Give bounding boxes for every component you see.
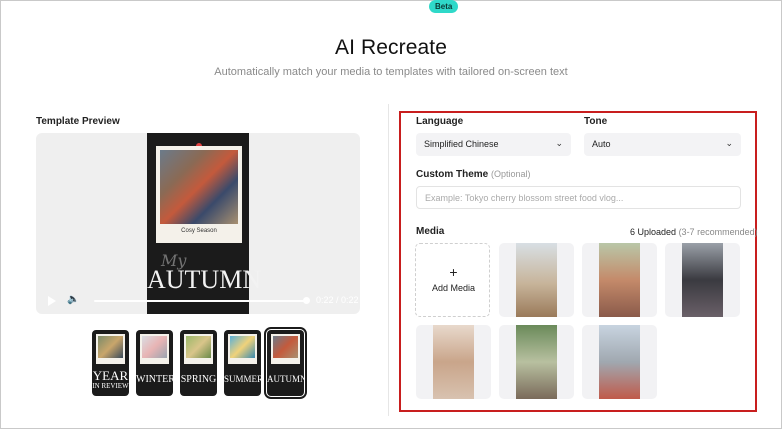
- page-subtitle: Automatically match your media to templa…: [214, 66, 568, 78]
- template-thumb-summer[interactable]: SUMMER: [224, 330, 261, 396]
- custom-theme-input[interactable]: Example: Tokyo cherry blossom street foo…: [416, 186, 741, 209]
- header: AI Recreate: [0, 36, 782, 60]
- thumb-title: AUTUMN: [267, 374, 304, 384]
- thumb-title: SPRING: [180, 374, 217, 385]
- media-tile[interactable]: [665, 243, 740, 317]
- upload-count: 6 Uploaded (3-7 recommended): [630, 227, 758, 237]
- add-media-label: Add Media: [431, 283, 476, 293]
- photo-image: [160, 150, 238, 224]
- template-thumb-year[interactable]: YEAR IN REVIEW: [92, 330, 129, 396]
- video-controls: 🔈 0:22 / 0:22: [36, 288, 360, 314]
- template-thumb-winter[interactable]: WINTER: [136, 330, 173, 396]
- progress-track[interactable]: [94, 300, 306, 302]
- thumb-subtitle: IN REVIEW: [92, 382, 129, 390]
- media-thumbnail: [599, 325, 640, 399]
- chevron-down-icon: ⌄: [555, 138, 563, 148]
- plus-icon: +: [449, 264, 458, 280]
- upload-recommendation: (3-7 recommended): [678, 227, 758, 237]
- media-tile[interactable]: [499, 325, 574, 399]
- chevron-down-icon: ⌄: [725, 138, 733, 148]
- column-divider: [388, 104, 389, 416]
- progress-handle[interactable]: [303, 297, 310, 304]
- template-thumbnails: YEAR IN REVIEW WINTER SPRING SUMMER AUTU…: [92, 327, 307, 399]
- add-media-button[interactable]: + Add Media: [415, 243, 490, 317]
- page-title: AI Recreate: [335, 36, 447, 59]
- custom-theme-placeholder: Example: Tokyo cherry blossom street foo…: [425, 193, 624, 203]
- language-label: Language: [416, 116, 464, 127]
- media-tile[interactable]: [582, 325, 657, 399]
- template-frame: Cosy Season My AUTUMN: [147, 133, 261, 314]
- thumb-title: SUMMER: [224, 374, 261, 384]
- optional-hint: (Optional): [491, 169, 531, 179]
- media-thumbnail: [682, 243, 723, 317]
- media-tile[interactable]: [582, 243, 657, 317]
- polaroid-caption: Cosy Season: [181, 228, 217, 234]
- thumb-title: WINTER: [136, 374, 173, 385]
- template-preview-label: Template Preview: [36, 116, 120, 127]
- media-thumbnail: [516, 325, 557, 399]
- tone-value: Auto: [592, 139, 611, 149]
- beta-badge: Beta: [429, 0, 459, 13]
- play-icon[interactable]: [48, 296, 56, 306]
- tone-label: Tone: [584, 116, 608, 127]
- polaroid-photo: Cosy Season: [156, 146, 242, 243]
- upload-count-text: 6 Uploaded: [630, 227, 677, 237]
- media-tile[interactable]: [499, 243, 574, 317]
- volume-icon[interactable]: 🔈: [67, 294, 79, 305]
- video-player[interactable]: Cosy Season My AUTUMN 🔈 0:22 / 0:22: [36, 133, 360, 314]
- custom-theme-label: Custom Theme (Optional): [416, 169, 531, 180]
- tone-select[interactable]: Auto ⌄: [584, 133, 741, 156]
- template-thumb-spring[interactable]: SPRING: [180, 330, 217, 396]
- custom-theme-label-text: Custom Theme: [416, 169, 489, 180]
- media-thumbnail: [516, 243, 557, 317]
- time-readout: 0:22 / 0:22: [316, 295, 359, 305]
- media-tile[interactable]: [416, 325, 491, 399]
- media-label: Media: [416, 226, 445, 237]
- media-thumbnail: [433, 325, 474, 399]
- language-select[interactable]: Simplified Chinese ⌄: [416, 133, 571, 156]
- template-thumb-autumn[interactable]: AUTUMN: [264, 327, 307, 399]
- media-thumbnail: [599, 243, 640, 317]
- language-value: Simplified Chinese: [424, 139, 499, 149]
